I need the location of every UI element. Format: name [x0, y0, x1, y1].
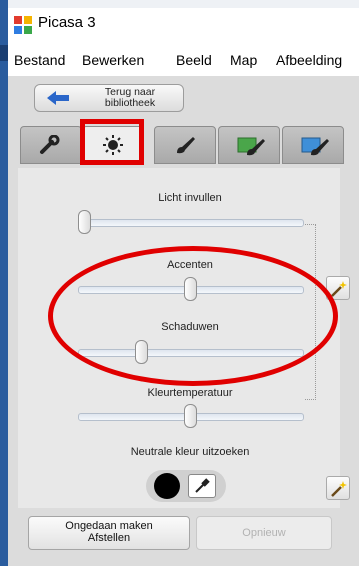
eyedropper-icon — [195, 478, 210, 493]
fill-light-slider-thumb[interactable] — [78, 210, 91, 234]
neutral-color-swatch[interactable] — [154, 473, 180, 499]
redo-button-label: Opnieuw — [242, 527, 286, 539]
menu-map[interactable]: Map — [230, 52, 257, 68]
auto-color-button[interactable] — [326, 476, 350, 500]
neutral-color-label: Neutrale kleur uitzoeken — [130, 446, 250, 458]
fill-light-label: Licht invullen — [158, 192, 222, 204]
wrench-icon — [40, 135, 60, 154]
undo-button-label: Ongedaan maken Afstellen — [65, 520, 153, 544]
top-window-edge — [8, 0, 359, 8]
window-title: Picasa 3 — [38, 14, 96, 31]
menu-afbeelding[interactable]: Afbeelding — [276, 52, 342, 68]
magic-wand-icon — [331, 481, 347, 497]
annotation-rectangle — [80, 119, 144, 165]
picasa-icon — [14, 16, 32, 34]
brush-icon — [177, 137, 195, 154]
magic-wand-icon — [331, 281, 347, 297]
back-to-library-button[interactable]: Terug naar bibliotheek — [34, 84, 184, 112]
color-temperature-label: Kleurtemperatuur — [147, 387, 233, 399]
undo-tuning-button[interactable]: Ongedaan maken Afstellen — [28, 516, 190, 550]
menu-bestand[interactable]: Bestand — [14, 52, 65, 68]
tab-effects-2[interactable] — [218, 126, 280, 164]
tab-effects[interactable] — [154, 126, 216, 164]
menu-beeld[interactable]: Beeld — [176, 52, 212, 68]
eyedropper-button[interactable] — [188, 474, 216, 498]
arrow-left-icon — [47, 91, 69, 105]
blue-brush-icon — [301, 137, 329, 156]
tab-basic-fixes[interactable] — [20, 126, 82, 164]
menu-bewerken[interactable]: Bewerken — [82, 52, 144, 68]
green-brush-icon — [237, 137, 265, 156]
annotation-ellipse — [48, 246, 338, 386]
left-window-edge — [0, 0, 8, 566]
color-temperature-slider-thumb[interactable] — [183, 404, 197, 428]
fill-light-slider-track[interactable] — [78, 219, 304, 227]
back-button-label: Terug naar bibliotheek — [104, 86, 156, 109]
redo-button[interactable]: Opnieuw — [196, 516, 332, 550]
tab-effects-3[interactable] — [282, 126, 344, 164]
